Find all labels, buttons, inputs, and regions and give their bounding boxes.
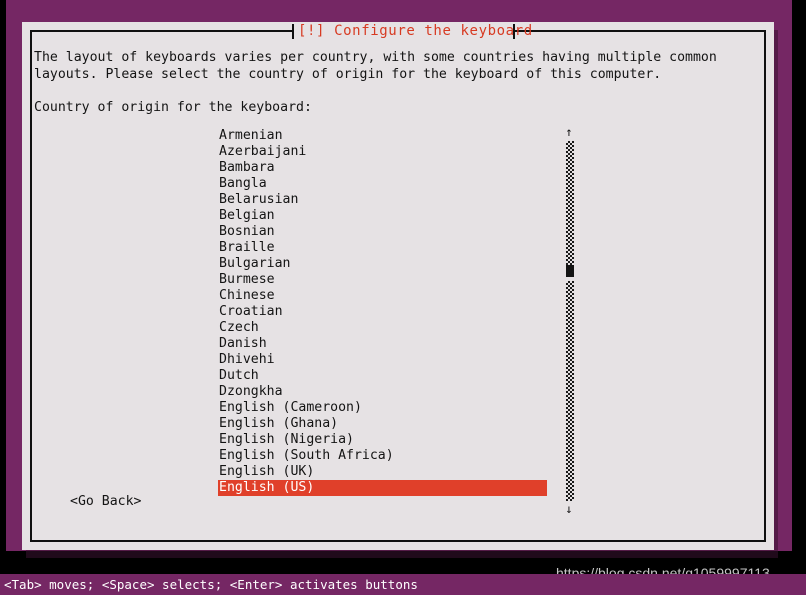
list-item[interactable]: English (UK) bbox=[218, 464, 548, 480]
list-item[interactable]: Bulgarian bbox=[218, 256, 548, 272]
list-item[interactable]: Dhivehi bbox=[218, 352, 548, 368]
prompt-label: Country of origin for the keyboard: bbox=[34, 100, 312, 115]
configure-keyboard-dialog: [!] Configure the keyboard The layout of… bbox=[22, 22, 774, 550]
list-item[interactable]: Czech bbox=[218, 320, 548, 336]
scroll-down-arrow-icon[interactable]: ↓ bbox=[562, 503, 576, 516]
dialog-title: [!] Configure the keyboard bbox=[298, 23, 533, 39]
list-item[interactable]: Belgian bbox=[218, 208, 548, 224]
list-item[interactable]: Dzongkha bbox=[218, 384, 548, 400]
scrollbar-thumb[interactable] bbox=[566, 265, 574, 277]
list-item[interactable]: Croatian bbox=[218, 304, 548, 320]
scrollbar-track-lower[interactable] bbox=[566, 281, 574, 501]
list-item[interactable]: Armenian bbox=[218, 128, 548, 144]
status-bar: <Tab> moves; <Space> selects; <Enter> ac… bbox=[0, 574, 806, 595]
list-item[interactable]: Braille bbox=[218, 240, 548, 256]
list-scrollbar[interactable]: ↑ ↓ bbox=[562, 126, 576, 516]
dialog-border-bottom bbox=[30, 540, 766, 542]
list-item[interactable]: Bambara bbox=[218, 160, 548, 176]
list-item[interactable]: English (Nigeria) bbox=[218, 432, 548, 448]
dialog-border-top-left bbox=[30, 30, 292, 32]
installer-screen: [!] Configure the keyboard The layout of… bbox=[0, 0, 806, 595]
list-item[interactable]: Belarusian bbox=[218, 192, 548, 208]
dialog-border-right bbox=[764, 30, 766, 542]
list-item[interactable]: Bangla bbox=[218, 176, 548, 192]
list-item-selected[interactable]: English (US) bbox=[218, 480, 547, 496]
dialog-border-top-right bbox=[515, 30, 766, 32]
list-item[interactable]: Azerbaijani bbox=[218, 144, 548, 160]
intro-text: The layout of keyboards varies per count… bbox=[34, 50, 717, 82]
scroll-up-arrow-icon[interactable]: ↑ bbox=[562, 126, 576, 139]
list-item[interactable]: English (South Africa) bbox=[218, 448, 548, 464]
go-back-button[interactable]: <Go Back> bbox=[68, 493, 143, 510]
list-item[interactable]: Burmese bbox=[218, 272, 548, 288]
list-item[interactable]: English (Ghana) bbox=[218, 416, 548, 432]
list-item[interactable]: English (Cameroon) bbox=[218, 400, 548, 416]
dialog-border-left bbox=[30, 30, 32, 542]
scrollbar-track-upper[interactable] bbox=[566, 141, 574, 265]
list-item[interactable]: Danish bbox=[218, 336, 548, 352]
title-tick-left bbox=[292, 24, 294, 39]
list-item[interactable]: Bosnian bbox=[218, 224, 548, 240]
list-item[interactable]: Chinese bbox=[218, 288, 548, 304]
list-item[interactable]: Dutch bbox=[218, 368, 548, 384]
country-list[interactable]: Armenian Azerbaijani Bambara Bangla Belarusi… bbox=[218, 128, 548, 496]
